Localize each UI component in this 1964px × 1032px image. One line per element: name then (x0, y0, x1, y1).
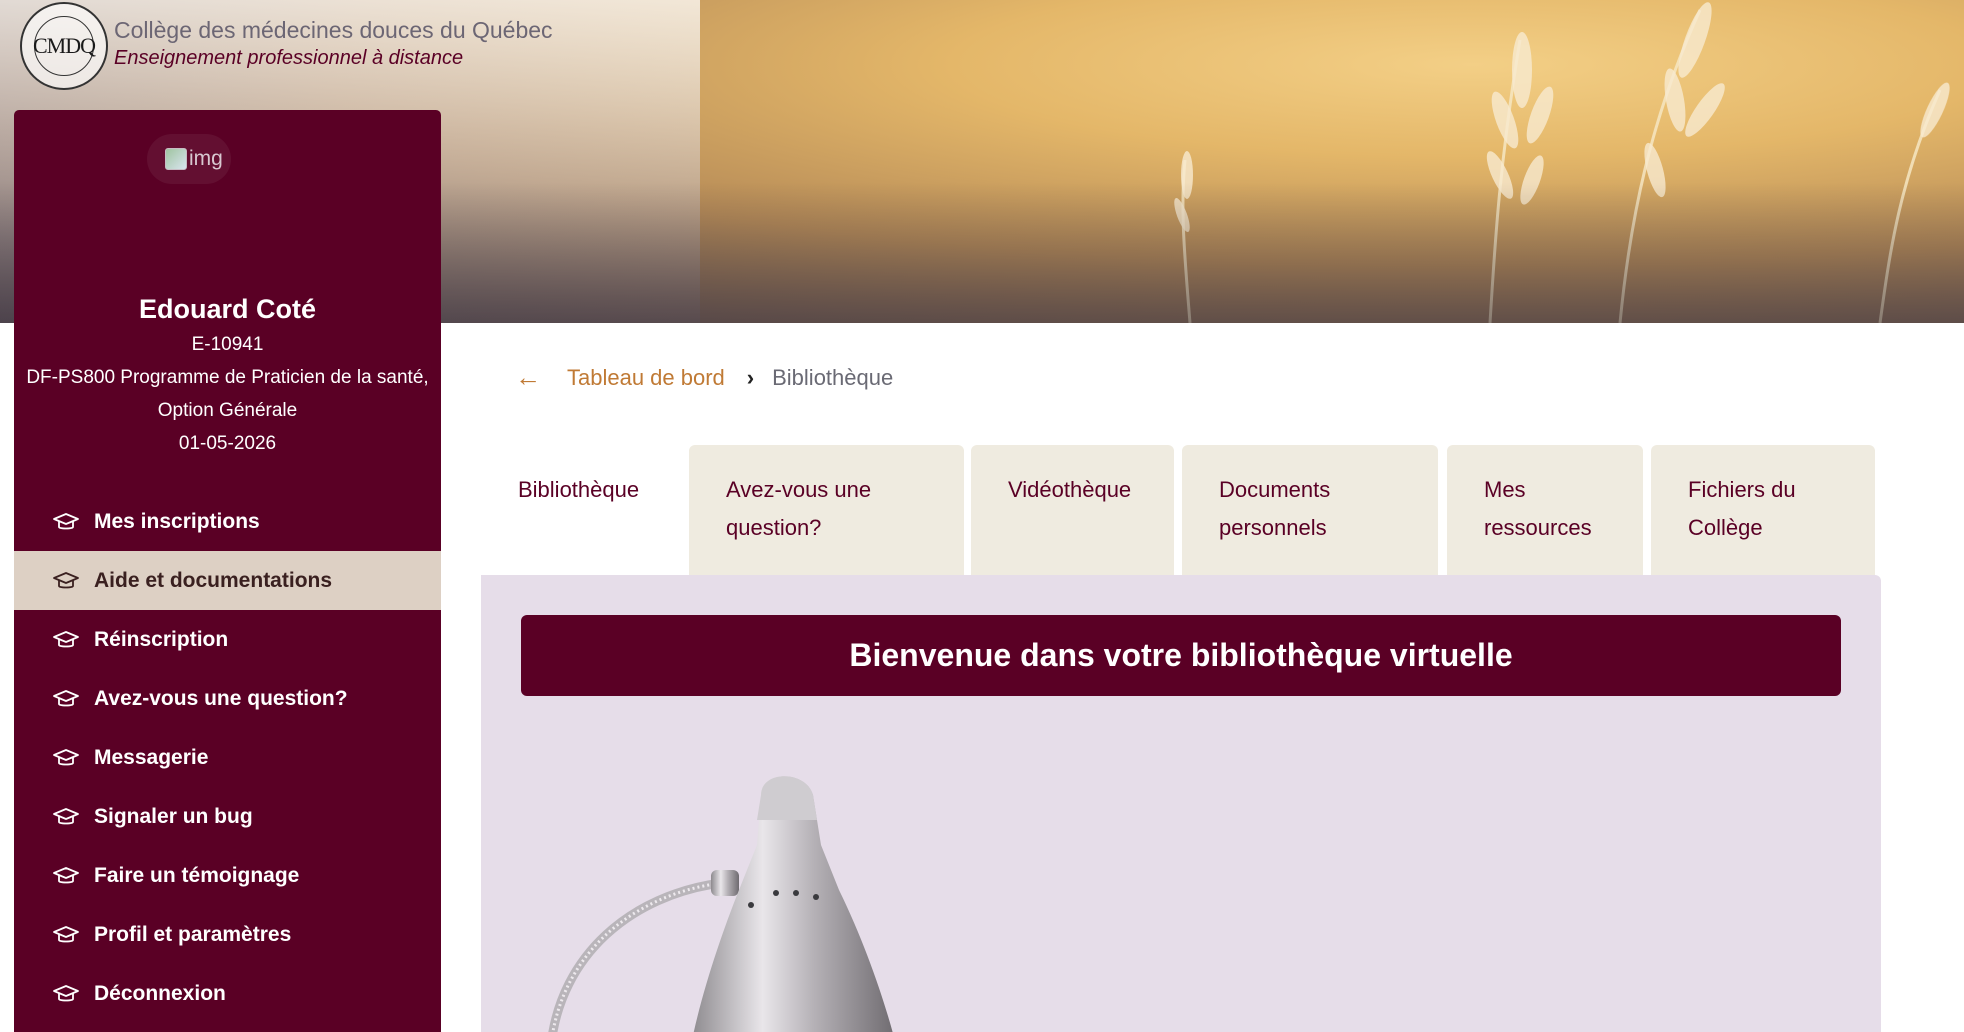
tab-label-line2: ressources (1484, 515, 1592, 540)
sidebar-item-label: Mes inscriptions (94, 509, 260, 533)
student-id: E-10941 (191, 334, 264, 355)
breadcrumb-home-link[interactable]: Tableau de bord (567, 365, 725, 391)
broken-image-icon (165, 148, 187, 170)
sidebar-item-label: Profil et paramètres (94, 922, 292, 946)
tab-mes-ressources[interactable]: Mes ressources (1447, 445, 1643, 575)
graduation-cap-icon (52, 807, 80, 827)
tab-fichiers-du-college[interactable]: Fichiers du Collège (1651, 445, 1875, 575)
college-logo[interactable]: CMDQ (20, 2, 108, 90)
profile-info: Edouard Coté E-10941 DF-PS800 Programme … (14, 290, 441, 460)
sidebar-item-label: Messagerie (94, 745, 209, 769)
sidebar-item-label: Déconnexion (94, 981, 226, 1005)
sidebar-item-label: Avez-vous une question? (94, 686, 348, 710)
graduation-cap-icon (52, 571, 80, 591)
breadcrumb: ← Tableau de bord › Bibliothèque (515, 362, 893, 393)
user-name: Edouard Coté (138, 294, 316, 324)
college-tagline: Enseignement professionnel à distance (114, 47, 464, 69)
welcome-title: Bienvenue dans votre bibliothèque virtue… (849, 637, 1513, 673)
sidebar-item-signaler-bug[interactable]: Signaler un bug (14, 787, 441, 846)
tab-label-line2: personnels (1219, 515, 1327, 540)
sidebar-item-messagerie[interactable]: Messagerie (14, 728, 441, 787)
sidebar-item-reinscription[interactable]: Réinscription (14, 610, 441, 669)
enrollment-date: 01-05-2026 (178, 433, 277, 454)
library-panel: Bienvenue dans votre bibliothèque virtue… (481, 575, 1881, 1032)
sidebar-item-aide-et-documentations[interactable]: Aide et documentations (14, 551, 441, 610)
logo-monogram: CMDQ (33, 16, 96, 76)
tab-label-line1: Mes (1484, 477, 1526, 502)
sidebar-item-question[interactable]: Avez-vous une question? (14, 669, 441, 728)
brand-text: Collège des médecines douces du Québec E… (114, 16, 553, 72)
sidebar-item-label: Signaler un bug (94, 804, 253, 828)
graduation-cap-icon (52, 512, 80, 532)
arrow-left-icon[interactable]: ← (515, 362, 541, 393)
brand-header: CMDQ Collège des médecines douces du Qué… (20, 2, 553, 90)
sidebar-item-label: Faire un témoignage (94, 863, 300, 887)
tab-bibliotheque[interactable]: Bibliothèque (481, 445, 680, 575)
avatar-alt-text: img (189, 147, 223, 170)
sidebar-nav: Mes inscriptions Aide et documentations … (14, 492, 441, 1023)
graduation-cap-icon (52, 984, 80, 1004)
college-name: Collège des médecines douces du Québec (114, 17, 553, 43)
tab-label: Bibliothèque (518, 477, 640, 502)
graduation-cap-icon (52, 925, 80, 945)
tab-label-line2: question? (726, 515, 822, 540)
tab-avez-vous-une-question[interactable]: Avez-vous une question? (689, 445, 964, 575)
tab-documents-personnels[interactable]: Documents personnels (1182, 445, 1438, 575)
tab-videotheque[interactable]: Vidéothèque (971, 445, 1174, 575)
sidebar-item-profil[interactable]: Profil et paramètres (14, 905, 441, 964)
sidebar-item-label: Réinscription (94, 627, 229, 651)
tab-label-line1: Avez-vous une (726, 477, 872, 502)
sidebar-item-temoignage[interactable]: Faire un témoignage (14, 846, 441, 905)
program-name: DF-PS800 Programme de Praticien de la sa… (26, 367, 429, 388)
avatar: img (147, 134, 231, 184)
graduation-cap-icon (52, 630, 80, 650)
sidebar-item-deconnexion[interactable]: Déconnexion (14, 964, 441, 1023)
chevron-right-icon: › (746, 364, 755, 390)
sidebar: img Edouard Coté E-10941 DF-PS800 Progra… (14, 110, 441, 1032)
breadcrumb-current: Bibliothèque (772, 364, 894, 390)
sidebar-item-mes-inscriptions[interactable]: Mes inscriptions (14, 492, 441, 551)
tab-label-line2: Collège (1688, 515, 1763, 540)
tab-label-line1: Documents (1219, 477, 1331, 502)
tab-label-line1: Fichiers du (1688, 477, 1796, 502)
graduation-cap-icon (52, 866, 80, 886)
graduation-cap-icon (52, 748, 80, 768)
desk-lamp-image (548, 776, 893, 1032)
program-option: Option Générale (157, 400, 298, 421)
sidebar-item-label: Aide et documentations (94, 568, 333, 592)
graduation-cap-icon (52, 689, 80, 709)
welcome-banner: Bienvenue dans votre bibliothèque virtue… (521, 615, 1841, 696)
tab-label: Vidéothèque (1008, 477, 1132, 502)
